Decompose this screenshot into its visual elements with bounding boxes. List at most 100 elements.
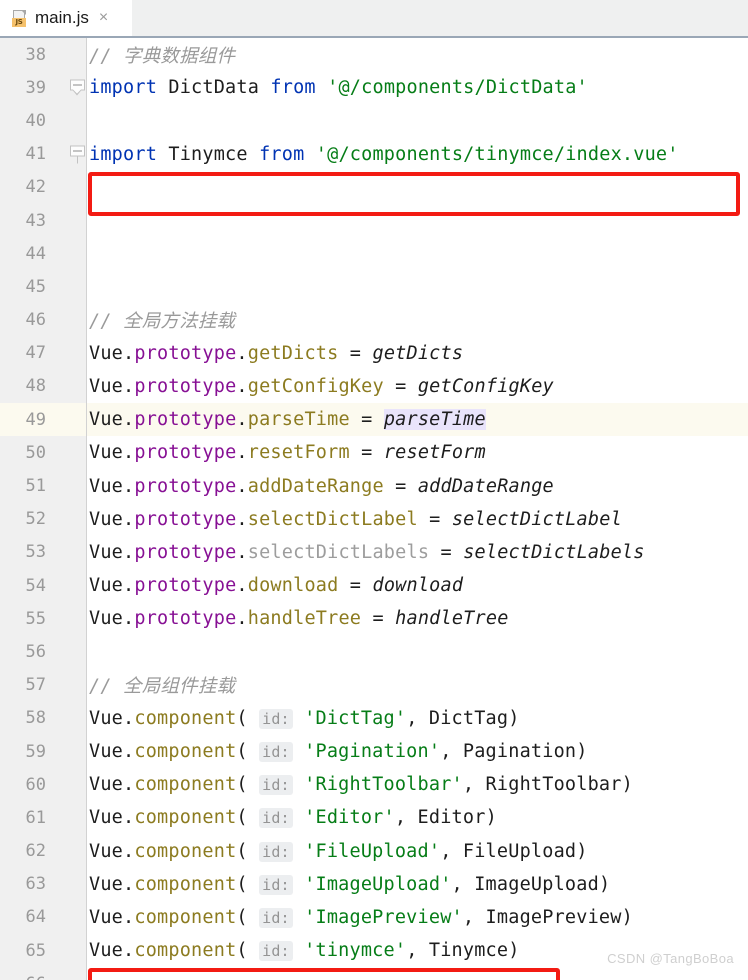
code-line-content[interactable]: Vue.component( id: 'Editor', Editor): [89, 807, 748, 829]
fold-column[interactable]: [66, 337, 89, 370]
line-number[interactable]: 56: [0, 642, 66, 662]
fold-column[interactable]: [66, 138, 89, 171]
code-line-53[interactable]: 53 Vue.prototype.selectDictLabels = selec…: [0, 536, 748, 569]
line-number[interactable]: 52: [0, 509, 66, 529]
code-line-57[interactable]: 57 // 全局组件挂载: [0, 669, 748, 702]
line-number[interactable]: 62: [0, 841, 66, 861]
code-line-61[interactable]: 61 Vue.component( id: 'Editor', Editor): [0, 801, 748, 834]
line-number[interactable]: 64: [0, 907, 66, 927]
line-number[interactable]: 38: [0, 45, 66, 65]
code-line-62[interactable]: 62 Vue.component( id: 'FileUpload', FileU…: [0, 835, 748, 868]
fold-column[interactable]: [66, 503, 89, 536]
line-number[interactable]: 47: [0, 343, 66, 363]
line-number[interactable]: 66: [0, 974, 66, 980]
line-number[interactable]: 65: [0, 941, 66, 961]
code-line-48[interactable]: 48 Vue.prototype.getConfigKey = getConfig…: [0, 370, 748, 403]
fold-column[interactable]: [66, 602, 89, 635]
line-number[interactable]: 55: [0, 609, 66, 629]
code-line-58[interactable]: 58 Vue.component( id: 'DictTag', DictTag): [0, 702, 748, 735]
fold-column[interactable]: [66, 934, 89, 967]
fold-column[interactable]: [66, 71, 89, 104]
code-line-content[interactable]: Vue.component( id: 'DictTag', DictTag): [89, 708, 748, 729]
fold-column[interactable]: [66, 469, 89, 502]
code-line-45[interactable]: 45: [0, 270, 748, 303]
code-line-content[interactable]: Vue.component( id: 'Pagination', Paginat…: [89, 741, 748, 763]
code-line-content[interactable]: Vue.prototype.parseTime = parseTime: [89, 409, 748, 431]
line-number[interactable]: 44: [0, 244, 66, 264]
code-line-content[interactable]: Vue.component( id: 'ImageUpload', ImageU…: [89, 874, 748, 895]
code-line-content[interactable]: // 全局组件挂载: [89, 672, 748, 698]
code-line-66[interactable]: 66: [0, 967, 748, 980]
tab-main-js[interactable]: JS main.js ×: [0, 0, 132, 36]
fold-column[interactable]: [66, 569, 89, 602]
line-number[interactable]: 48: [0, 376, 66, 396]
fold-column[interactable]: [66, 171, 89, 204]
line-number[interactable]: 53: [0, 542, 66, 562]
code-line-43[interactable]: 43: [0, 204, 748, 237]
code-line-60[interactable]: 60 Vue.component( id: 'RightToolbar', Rig…: [0, 768, 748, 801]
fold-column[interactable]: [66, 901, 89, 934]
code-line-39[interactable]: 39 import DictData from '@/components/Dic…: [0, 71, 748, 104]
line-number[interactable]: 39: [0, 78, 66, 98]
fold-column[interactable]: [66, 304, 89, 337]
code-line-content[interactable]: Vue.component( id: 'FileUpload', FileUpl…: [89, 841, 748, 862]
code-line-content[interactable]: Vue.prototype.selectDictLabel = selectDi…: [89, 509, 748, 530]
code-editor[interactable]: 38 // 字典数据组件 39 import DictData from '@/com…: [0, 38, 748, 980]
line-number[interactable]: 59: [0, 742, 66, 762]
fold-column[interactable]: [66, 436, 89, 469]
fold-column[interactable]: [66, 204, 89, 237]
line-number[interactable]: 57: [0, 675, 66, 695]
code-line-56[interactable]: 56: [0, 635, 748, 668]
code-line-63[interactable]: 63 Vue.component( id: 'ImageUpload', Imag…: [0, 868, 748, 901]
line-number[interactable]: 46: [0, 310, 66, 330]
code-line-content[interactable]: Vue.prototype.handleTree = handleTree: [89, 608, 748, 629]
code-line-52[interactable]: 52 Vue.prototype.selectDictLabel = select…: [0, 503, 748, 536]
fold-column[interactable]: [66, 735, 89, 768]
line-number[interactable]: 63: [0, 874, 66, 894]
line-number[interactable]: 58: [0, 708, 66, 728]
code-line-content[interactable]: Vue.component( id: 'ImagePreview', Image…: [89, 907, 748, 928]
fold-column[interactable]: [66, 768, 89, 801]
fold-column[interactable]: [66, 104, 89, 137]
fold-column[interactable]: [66, 868, 89, 901]
code-line-51[interactable]: 51 Vue.prototype.addDateRange = addDateRa…: [0, 469, 748, 502]
code-line-44[interactable]: 44: [0, 237, 748, 270]
code-line-55[interactable]: 55 Vue.prototype.handleTree = handleTree: [0, 602, 748, 635]
line-number[interactable]: 45: [0, 277, 66, 297]
fold-column[interactable]: [66, 270, 89, 303]
code-line-content[interactable]: Vue.prototype.getDicts = getDicts: [89, 343, 748, 364]
fold-column[interactable]: [66, 669, 89, 702]
fold-column[interactable]: [66, 702, 89, 735]
code-line-54[interactable]: 54 Vue.prototype.download = download: [0, 569, 748, 602]
fold-column[interactable]: [66, 38, 89, 71]
close-icon[interactable]: ×: [97, 10, 108, 26]
code-line-47[interactable]: 47 Vue.prototype.getDicts = getDicts: [0, 337, 748, 370]
line-number[interactable]: 41: [0, 144, 66, 164]
line-number[interactable]: 43: [0, 211, 66, 231]
code-line-content[interactable]: Vue.prototype.download = download: [89, 575, 748, 596]
line-number[interactable]: 51: [0, 476, 66, 496]
fold-column[interactable]: [66, 536, 89, 569]
fold-column[interactable]: [66, 635, 89, 668]
code-line-content[interactable]: // 字典数据组件: [89, 42, 748, 68]
line-number[interactable]: 49: [0, 410, 66, 430]
fold-column[interactable]: [66, 801, 89, 834]
line-number[interactable]: 61: [0, 808, 66, 828]
line-number[interactable]: 40: [0, 111, 66, 131]
code-line-38[interactable]: 38 // 字典数据组件: [0, 38, 748, 71]
code-line-40[interactable]: 40: [0, 104, 748, 137]
code-line-59[interactable]: 59 Vue.component( id: 'Pagination', Pagin…: [0, 735, 748, 768]
code-line-content[interactable]: // 全局方法挂载: [89, 307, 748, 333]
code-line-42[interactable]: 42: [0, 171, 748, 204]
code-line-content[interactable]: Vue.prototype.resetForm = resetForm: [89, 442, 748, 463]
code-line-50[interactable]: 50 Vue.prototype.resetForm = resetForm: [0, 436, 748, 469]
code-line-content[interactable]: Vue.prototype.addDateRange = addDateRang…: [89, 476, 748, 497]
code-line-content[interactable]: import DictData from '@/components/DictD…: [89, 77, 748, 98]
line-number[interactable]: 54: [0, 576, 66, 596]
code-line-49[interactable]: 49 Vue.prototype.parseTime = parseTime: [0, 403, 748, 437]
line-number[interactable]: 50: [0, 443, 66, 463]
code-line-41[interactable]: 41 import Tinymce from '@/components/tiny…: [0, 138, 748, 171]
code-line-content[interactable]: import Tinymce from '@/components/tinymc…: [89, 144, 748, 165]
line-number[interactable]: 60: [0, 775, 66, 795]
code-line-46[interactable]: 46 // 全局方法挂载: [0, 304, 748, 337]
